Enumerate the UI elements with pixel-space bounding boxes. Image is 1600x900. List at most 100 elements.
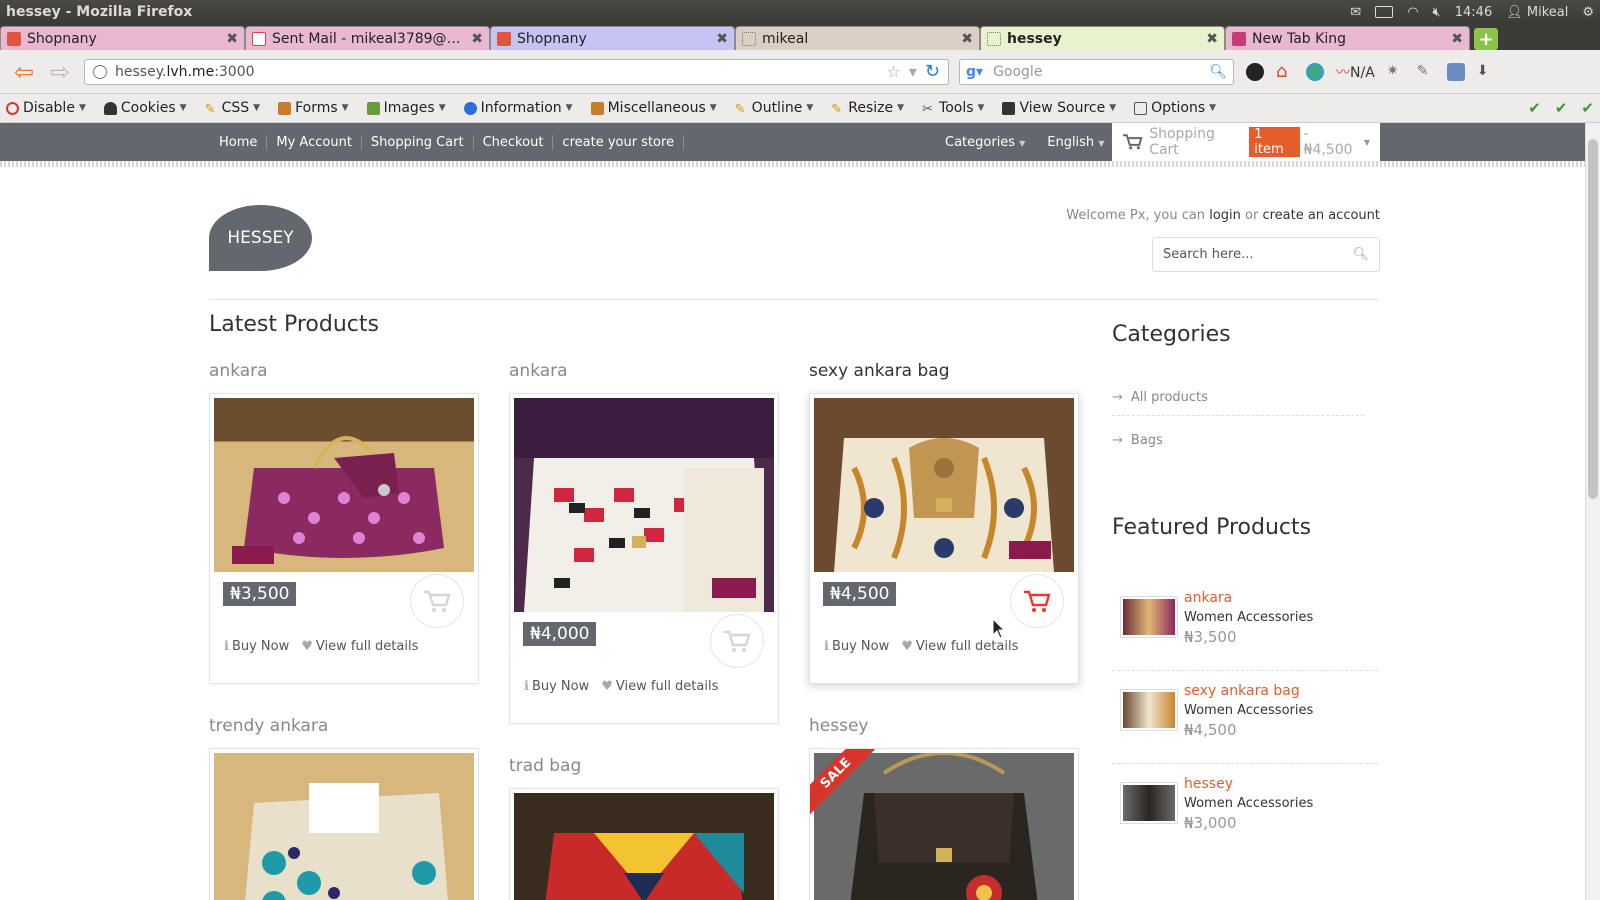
dev-view-source-menu[interactable]: View Source ▼: [1002, 100, 1116, 116]
tab-shopnany-1[interactable]: Shopnany ✖: [0, 26, 245, 50]
addon-extension-icon[interactable]: [1446, 62, 1465, 81]
nav-checkout[interactable]: Checkout: [474, 134, 554, 150]
google-engine-icon[interactable]: g▾: [966, 64, 983, 80]
url-text[interactable]: hessey.lvh.me:3000: [115, 64, 879, 80]
pencil-extension-icon[interactable]: ✎: [1417, 63, 1435, 81]
nav-create-store[interactable]: create your store: [553, 134, 685, 150]
reload-icon[interactable]: ↻: [925, 61, 940, 82]
category-all-products[interactable]: → All products: [1112, 390, 1364, 416]
product-title[interactable]: ankara: [509, 361, 568, 381]
bookmark-star-icon[interactable]: ☆: [887, 62, 901, 81]
globe-extension-icon[interactable]: [1306, 62, 1324, 81]
product-image[interactable]: [214, 398, 474, 572]
dev-information-menu[interactable]: Information ▼: [463, 100, 573, 116]
product-title[interactable]: trendy ankara: [209, 716, 328, 736]
close-tab-icon[interactable]: ✖: [716, 31, 728, 47]
history-dropdown-icon[interactable]: ▾: [909, 62, 917, 81]
buy-now-link[interactable]: ℹ Buy Now: [224, 639, 289, 654]
store-logo[interactable]: HESSEY: [209, 205, 312, 271]
product-title[interactable]: hessey: [809, 716, 868, 736]
download-icon[interactable]: ⬇: [1477, 63, 1495, 81]
tab-mikeal[interactable]: mikeal ✖: [735, 26, 980, 50]
battery-icon[interactable]: [1375, 6, 1394, 18]
featured-product-name[interactable]: ankara: [1184, 590, 1232, 606]
scrollbar-thumb[interactable]: [1588, 139, 1598, 499]
product-image[interactable]: [514, 793, 774, 900]
volume-icon[interactable]: 🔇︎: [1433, 5, 1441, 20]
js-valid-check-icon[interactable]: ✔: [1581, 99, 1594, 117]
clock[interactable]: 14:46: [1455, 5, 1492, 20]
view-details-link[interactable]: ♥ View full details: [301, 639, 418, 654]
page-scrollbar[interactable]: [1585, 123, 1600, 900]
close-tab-icon[interactable]: ✖: [471, 31, 483, 47]
ext-na-label[interactable]: 〰N/A: [1336, 62, 1375, 82]
dev-css-menu[interactable]: ✎ CSS ▼: [205, 100, 260, 117]
featured-product-thumbnail[interactable]: [1120, 596, 1178, 638]
add-to-cart-button[interactable]: [1010, 574, 1064, 628]
dev-options-menu[interactable]: Options ▼: [1134, 100, 1216, 116]
tab-hessey[interactable]: hessey ✖: [980, 26, 1225, 50]
bag-illustration-icon: [545, 833, 744, 900]
close-tab-icon[interactable]: ✖: [961, 31, 973, 47]
search-icon[interactable]: 🔍︎: [1352, 247, 1369, 262]
home-icon[interactable]: ⌂: [1276, 62, 1294, 81]
featured-divider: [1112, 670, 1378, 671]
view-details-link[interactable]: ♥ View full details: [601, 679, 718, 694]
tab-shopnany-2[interactable]: Shopnany ✖: [490, 26, 735, 50]
close-tab-icon[interactable]: ✖: [226, 31, 238, 47]
forward-arrow-icon[interactable]: ⇨: [42, 58, 78, 86]
css-valid-check-icon[interactable]: ✔: [1528, 99, 1541, 117]
mail-icon[interactable]: ✉: [1350, 5, 1361, 20]
dev-tools-menu[interactable]: ✂ Tools ▼: [922, 100, 984, 117]
featured-product-name[interactable]: sexy ankara bag: [1184, 683, 1300, 699]
user-menu[interactable]: 👤︎ Mikeal: [1506, 5, 1568, 20]
featured-product-name[interactable]: hessey: [1184, 776, 1233, 792]
camera-extension-icon[interactable]: [1246, 62, 1264, 81]
nav-my-account[interactable]: My Account: [267, 134, 362, 150]
html-valid-check-icon[interactable]: ✔: [1555, 99, 1568, 117]
buy-now-link[interactable]: ℹ Buy Now: [524, 679, 589, 694]
categories-dropdown[interactable]: Categories ▼: [945, 135, 1025, 150]
dev-forms-menu[interactable]: Forms ▼: [278, 100, 349, 116]
dev-resize-menu[interactable]: ✎ Resize ▼: [831, 100, 904, 117]
back-arrow-icon[interactable]: ⇦: [6, 58, 42, 86]
close-tab-icon[interactable]: ✖: [1206, 31, 1218, 47]
add-to-cart-button[interactable]: [710, 614, 764, 668]
dev-outline-menu[interactable]: ✎ Outline ▼: [735, 100, 814, 117]
url-bar[interactable]: hessey.lvh.me:3000 ☆ ▾ ↻: [84, 58, 949, 85]
dev-miscellaneous-menu[interactable]: Miscellaneous ▼: [590, 100, 717, 116]
close-tab-icon[interactable]: ✖: [1451, 31, 1463, 47]
login-link[interactable]: login: [1209, 208, 1241, 223]
product-title[interactable]: sexy ankara bag: [809, 361, 950, 381]
web-search-field[interactable]: g▾ Google 🔍︎: [959, 58, 1234, 85]
header-cart-dropdown[interactable]: Shopping Cart 1 item - ₦4,500 ▼: [1112, 123, 1380, 161]
tab-new-tab-king[interactable]: New Tab King ✖: [1225, 26, 1470, 50]
power-icon[interactable]: ⚙: [1582, 5, 1594, 20]
nav-home[interactable]: Home: [210, 134, 268, 150]
search-icon[interactable]: 🔍︎: [1209, 64, 1227, 80]
product-image[interactable]: [814, 753, 1074, 900]
product-image[interactable]: [814, 398, 1074, 572]
wifi-icon[interactable]: ◠: [1407, 5, 1418, 20]
dev-cookies-menu[interactable]: Cookies ▼: [103, 100, 187, 116]
featured-product-thumbnail[interactable]: [1120, 689, 1178, 731]
featured-product-thumbnail[interactable]: [1120, 782, 1178, 824]
nav-shopping-cart[interactable]: Shopping Cart: [362, 134, 474, 150]
product-image[interactable]: [214, 753, 474, 900]
bug-extension-icon[interactable]: ✷: [1387, 63, 1405, 81]
add-to-cart-button[interactable]: [410, 574, 464, 628]
product-title[interactable]: ankara: [209, 361, 268, 381]
buy-now-link[interactable]: ℹ Buy Now: [824, 639, 889, 654]
tab-sent-mail[interactable]: Sent Mail - mikeal3789@gm... ✖: [245, 26, 490, 50]
product-title[interactable]: trad bag: [509, 756, 581, 776]
dev-images-menu[interactable]: Images ▼: [366, 100, 446, 116]
images-icon: [366, 101, 380, 115]
dev-disable-menu[interactable]: Disable ▼: [6, 100, 86, 116]
category-bags[interactable]: → Bags: [1112, 433, 1364, 458]
view-details-link[interactable]: ♥ View full details: [901, 639, 1018, 654]
language-dropdown[interactable]: English ▼: [1047, 135, 1104, 150]
site-search-input[interactable]: Search here... 🔍︎: [1152, 237, 1380, 272]
new-tab-button[interactable]: +: [1474, 28, 1498, 50]
product-image[interactable]: [514, 398, 774, 612]
create-account-link[interactable]: create an account: [1262, 208, 1380, 223]
